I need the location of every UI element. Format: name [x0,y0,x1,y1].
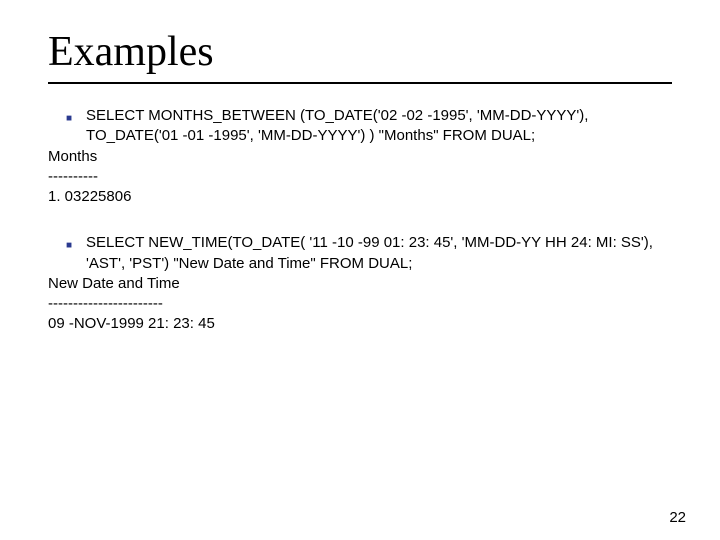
bullet-icon: ■ [66,112,72,126]
result-divider-2: ----------------------- [48,294,672,314]
example-block-1: ■ SELECT MONTHS_BETWEEN (TO_DATE('02 -02… [48,106,672,207]
bullet-item-2: ■ SELECT NEW_TIME(TO_DATE( '11 -10 -99 0… [48,233,672,274]
bullet-icon: ■ [66,239,72,253]
example-block-2: ■ SELECT NEW_TIME(TO_DATE( '11 -10 -99 0… [48,233,672,334]
bullet-item-1: ■ SELECT MONTHS_BETWEEN (TO_DATE('02 -02… [48,106,672,147]
result-header-2: New Date and Time [48,274,672,294]
slide: Examples ■ SELECT MONTHS_BETWEEN (TO_DAT… [0,0,720,540]
result-value-1: 1. 03225806 [48,187,672,207]
result-header-1: Months [48,147,672,167]
sql-statement-1: SELECT MONTHS_BETWEEN (TO_DATE('02 -02 -… [86,106,672,147]
slide-body: ■ SELECT MONTHS_BETWEEN (TO_DATE('02 -02… [48,106,672,335]
title-underline [48,82,672,84]
result-divider-1: ---------- [48,167,672,187]
sql-statement-2: SELECT NEW_TIME(TO_DATE( '11 -10 -99 01:… [86,233,672,274]
slide-title: Examples [48,28,672,76]
result-value-2: 09 -NOV-1999 21: 23: 45 [48,314,672,334]
page-number: 22 [669,509,686,526]
